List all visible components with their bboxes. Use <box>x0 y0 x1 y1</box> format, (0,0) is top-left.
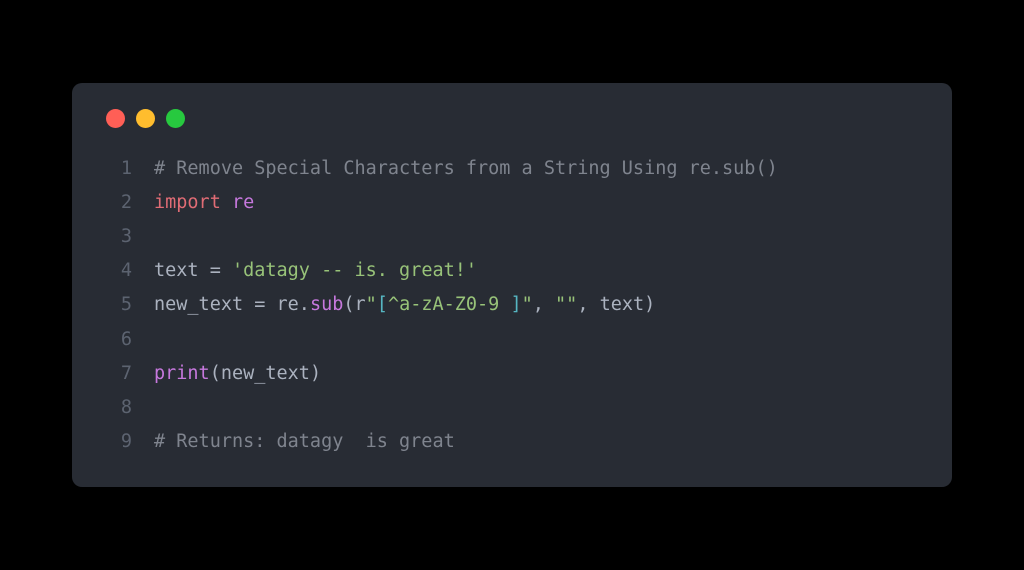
minimize-icon[interactable] <box>136 109 155 128</box>
line-number: 5 <box>104 288 132 322</box>
line-number: 4 <box>104 254 132 288</box>
close-icon[interactable] <box>106 109 125 128</box>
line-content: print(new_text) <box>154 357 321 391</box>
line-content: # Remove Special Characters from a Strin… <box>154 152 778 186</box>
line-number: 7 <box>104 357 132 391</box>
line-number: 3 <box>104 220 132 254</box>
line-content: text = 'datagy -- is. great!' <box>154 254 477 288</box>
code-line: 8 <box>104 391 920 425</box>
code-line: 7 print(new_text) <box>104 357 920 391</box>
code-line: 5 new_text = re.sub(r"[^a-zA-Z0-9 ]", ""… <box>104 288 920 322</box>
line-content: new_text = re.sub(r"[^a-zA-Z0-9 ]", "", … <box>154 288 655 322</box>
code-line: 4 text = 'datagy -- is. great!' <box>104 254 920 288</box>
maximize-icon[interactable] <box>166 109 185 128</box>
line-content: import re <box>154 186 254 220</box>
line-number: 8 <box>104 391 132 425</box>
code-line: 2 import re <box>104 186 920 220</box>
code-line: 6 <box>104 323 920 357</box>
window-controls <box>104 109 920 128</box>
line-number: 9 <box>104 425 132 459</box>
code-editor-window: 1 # Remove Special Characters from a Str… <box>72 83 952 488</box>
code-line: 1 # Remove Special Characters from a Str… <box>104 152 920 186</box>
code-line: 9 # Returns: datagy is great <box>104 425 920 459</box>
line-number: 1 <box>104 152 132 186</box>
line-number: 6 <box>104 323 132 357</box>
code-area[interactable]: 1 # Remove Special Characters from a Str… <box>104 152 920 460</box>
line-number: 2 <box>104 186 132 220</box>
line-content: # Returns: datagy is great <box>154 425 455 459</box>
code-line: 3 <box>104 220 920 254</box>
